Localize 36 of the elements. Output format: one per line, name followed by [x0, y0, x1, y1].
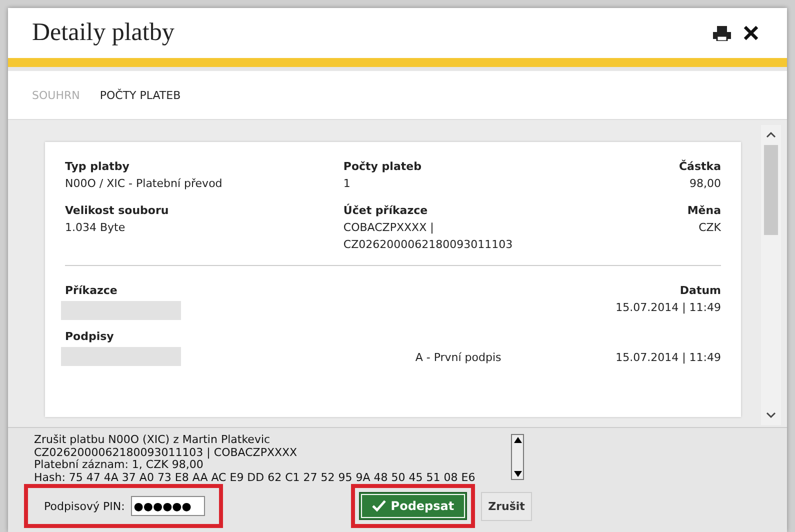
field-value: COBACZPXXXX |	[343, 221, 435, 234]
printer-icon[interactable]	[713, 26, 731, 40]
field-label: Typ platby	[65, 160, 130, 173]
field-value: 1.034 Byte	[65, 221, 126, 234]
pin-field[interactable]: ●●●●●●	[130, 496, 205, 516]
checkmark-icon	[372, 500, 386, 512]
field-label: Podpisy	[65, 330, 115, 343]
field-label: Měna	[687, 204, 721, 217]
scroll-down-icon[interactable]	[766, 411, 776, 419]
field-label: Účet příkazce	[343, 204, 429, 217]
text-scrollbar[interactable]	[511, 434, 524, 480]
field-value: CZK	[698, 221, 721, 234]
scroll-up-icon[interactable]	[766, 131, 776, 139]
field-value: A - První podpis	[415, 351, 502, 364]
dialog-title: Detaily platby	[32, 19, 174, 47]
scroll-thumb[interactable]	[764, 145, 778, 235]
field-label: Datum	[680, 284, 721, 297]
close-icon[interactable]	[743, 25, 759, 41]
scroll-up-icon[interactable]	[514, 436, 522, 443]
field-label: Částka	[678, 160, 721, 173]
field-label: Velikost souboru	[65, 204, 170, 217]
field-value: 15.07.2014 | 11:49	[616, 301, 721, 314]
field-value: CZ0262000062180093011103	[343, 238, 513, 251]
field-value: 15.07.2014 | 11:49	[616, 351, 721, 364]
tab[interactable]: POČTY PLATEB	[100, 88, 181, 102]
field-value: N00O / XIC - Platební převod	[65, 177, 224, 190]
field-value: 98,00	[690, 177, 721, 190]
field-value: 1	[343, 177, 352, 190]
sign-button[interactable]: Podepsat	[358, 492, 468, 520]
scroll-down-icon[interactable]	[514, 471, 522, 478]
cancel-button[interactable]: Zrušit	[481, 492, 532, 520]
pin-label: Podpisový PIN:	[44, 500, 125, 512]
scrollbar[interactable]	[761, 125, 781, 425]
sign-text-area[interactable]: Zrušit platbu N00O (XIC) z Martin Platkevic CZ0262000062180093011103 | COBACZPXXXX Platební záznam: 1, CZK 98,00 Hash: 75 47 4A 37 A0 73 E8 AA AC E9 DD 62 C1 27 52 95 9A 48 50 45 51 08 E6	[34, 434, 505, 484]
field-label: Počty plateb	[343, 160, 422, 173]
field-label: Příkazce	[65, 284, 118, 297]
